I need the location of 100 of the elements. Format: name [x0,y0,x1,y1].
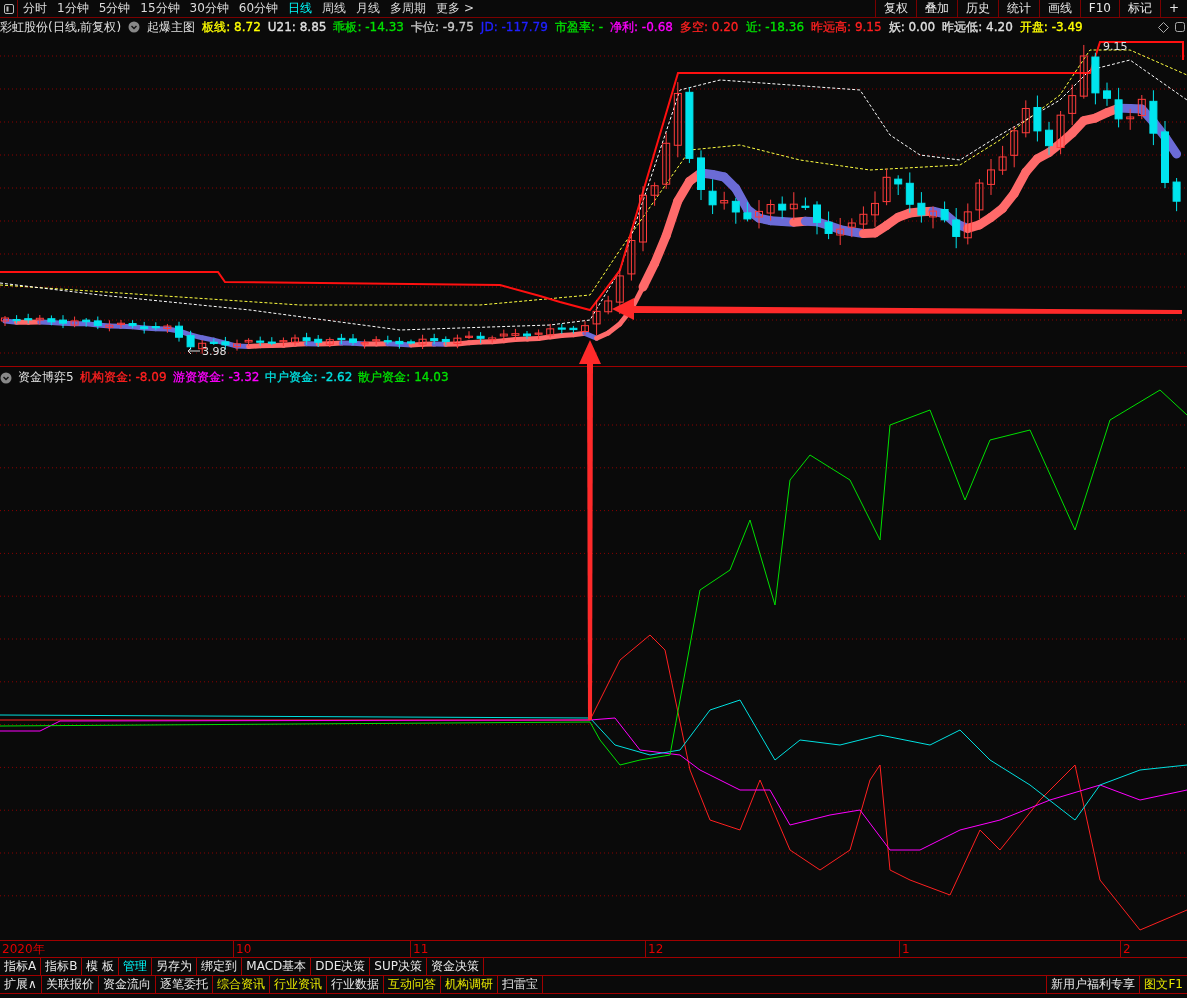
toolbar-button[interactable]: 标记 [1118,0,1160,17]
candlestick [186,330,195,351]
promo-link[interactable]: 图文F1 [1139,976,1187,993]
candlestick [766,199,775,222]
toolbar-button[interactable]: F10 [1079,0,1119,17]
candlestick [163,323,172,334]
candlestick [778,196,787,219]
candlestick [105,319,114,332]
candlestick [511,328,520,341]
indicator-tab[interactable]: 指标B [41,958,83,975]
info-tab[interactable]: 互动问答 [383,976,441,993]
candlestick [1045,121,1053,156]
candlestick [1172,177,1181,212]
date-label: 2020年 [1,941,46,957]
candlestick [395,336,404,350]
indicator-tab[interactable]: 指标A [0,958,42,975]
candlestick [847,217,856,238]
toolbar-button[interactable]: 统计 [997,0,1039,17]
toolbar-button[interactable]: 画线 [1038,0,1080,17]
candlestick [383,335,392,345]
candlestick [975,178,984,220]
indicator-tab[interactable]: MACD基本 [242,958,312,975]
period-tab[interactable]: 分时 [18,0,52,17]
candlestick [244,337,253,347]
toolbar-button[interactable]: + [1159,0,1187,17]
period-tab[interactable]: 月线 [351,0,386,17]
fund-value: 中户资金: -2.62 [265,369,353,386]
indicator-tab[interactable]: SUP决策 [370,958,427,975]
candlestick [789,191,798,221]
period-tab[interactable]: 更多 > [431,0,479,17]
info-tab[interactable]: 机构调研 [440,976,498,993]
period-tab[interactable]: 周线 [317,0,352,17]
candlestick [546,323,555,338]
indicator-tab[interactable]: 资金决策 [426,958,484,975]
period-tab[interactable]: 15分钟 [135,0,185,17]
candlestick [1010,125,1019,168]
candlestick [279,337,288,347]
period-tab[interactable]: 多周期 [385,0,432,17]
date-label: 10 [233,941,410,957]
candlestick [70,316,79,328]
indicator-name[interactable]: 资金博弈5 [18,369,74,386]
info-tab[interactable]: 关联报价 [41,976,99,993]
candlestick [882,168,891,206]
period-tab[interactable]: 5分钟 [93,0,136,17]
period-tab[interactable]: 日线 [283,0,318,17]
candlestick [12,314,21,324]
panel-icon[interactable] [3,3,14,14]
period-tab[interactable]: 30分钟 [184,0,234,17]
candlestick [430,333,439,345]
toolbar-button[interactable]: 叠加 [915,0,957,17]
candlestick [1,315,9,327]
indicator-tab[interactable]: 模 板 [82,958,120,975]
candlestick [650,181,659,207]
info-tab[interactable]: 扫雷宝 [497,976,543,993]
indicator-value: 近: -18.36 [745,18,805,36]
candlestick [755,199,763,229]
info-tab[interactable]: 行业数据 [326,976,384,993]
candlestick [337,333,346,345]
period-tab[interactable]: 60分钟 [233,0,284,17]
candlestick [128,319,137,329]
indicator-tab[interactable]: 绑定到 [197,958,243,975]
candlestick [708,178,717,215]
info-tab[interactable]: 综合资讯 [212,976,270,993]
indicator-value: 开盘: -3.49 [1019,18,1083,36]
dropdown-icon[interactable] [128,21,141,33]
info-tab[interactable]: 资金流向 [98,976,156,993]
candlestick [151,321,160,331]
candlestick [523,330,531,340]
date-label: 2 [1120,941,1187,957]
candlestick [1091,52,1100,105]
candlestick [952,207,961,249]
candlestick [140,321,149,335]
info-tab[interactable]: 行业资讯 [269,976,327,993]
diamond-icon[interactable] [1158,21,1169,33]
candlestick [998,145,1007,176]
indicator-tab[interactable]: 管理 [119,958,153,975]
toolbar-button[interactable]: 历史 [956,0,998,17]
indicator-value: 卡位: -9.75 [410,18,474,36]
candlestick [639,185,647,252]
promo-link[interactable]: 新用户福利专享 [1046,976,1140,993]
candlestick [1021,99,1030,138]
candlestick [731,197,740,225]
candlestick [1056,110,1065,155]
dropdown-icon[interactable] [0,371,12,384]
candlestick [929,206,937,229]
info-tab[interactable]: 扩展∧ [0,976,42,993]
candlestick [963,202,972,245]
square-icon[interactable] [1175,22,1185,32]
info-tab[interactable]: 逐笔委托 [155,976,213,993]
period-tab[interactable]: 1分钟 [52,0,94,17]
indicator-tab[interactable]: 另存为 [152,958,198,975]
indicator-value: 板线: 8.72 [202,18,261,36]
candlestick [592,299,601,336]
indicator-name[interactable]: 起爆主图 [147,18,196,36]
candlestick [801,197,810,211]
indicator-tab[interactable]: DDE决策 [311,958,371,975]
low-price-arrow [187,347,201,355]
toolbar-button[interactable]: 复权 [874,0,916,17]
indicator-value: 昨远高: 9.15 [811,18,882,36]
candlestick [488,335,497,344]
